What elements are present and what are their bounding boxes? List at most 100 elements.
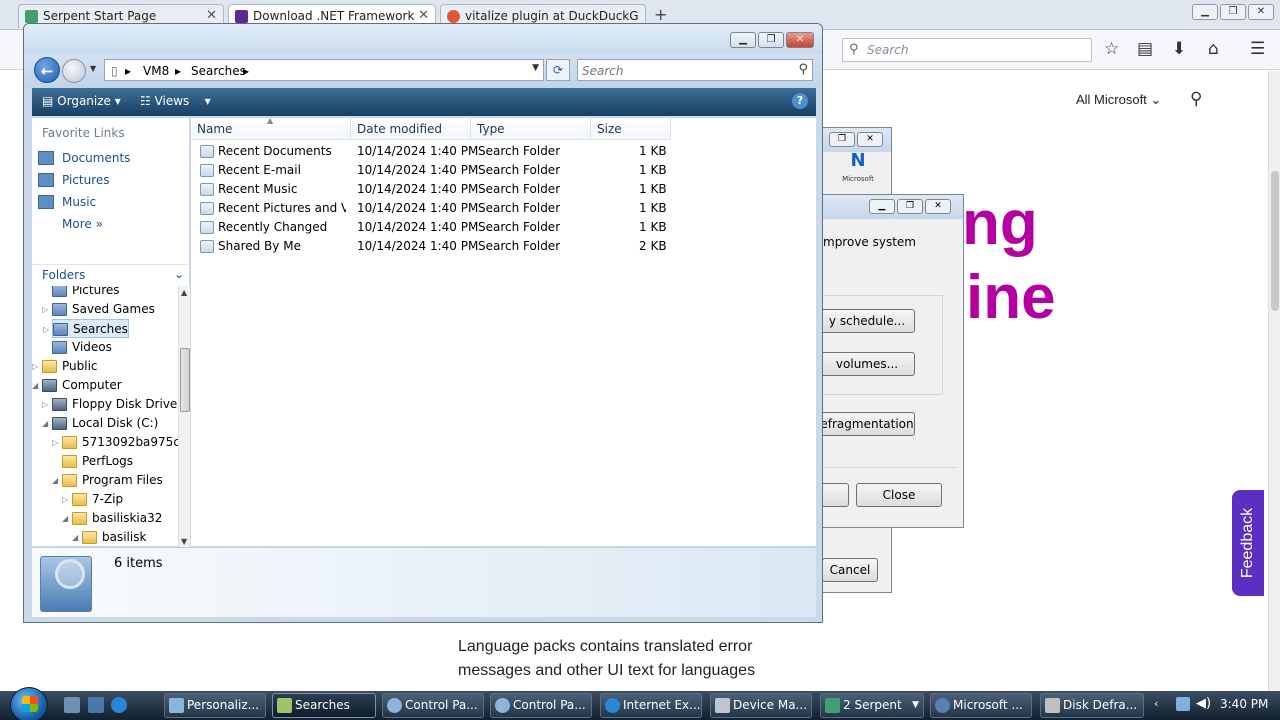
taskbar-button[interactable]: Internet Ex...	[600, 693, 702, 718]
favorite-more[interactable]: More »	[38, 214, 103, 234]
expand-icon[interactable]: ▷	[52, 433, 58, 452]
minimize-icon[interactable]: ▁	[730, 32, 756, 48]
internet-explorer-icon[interactable]	[111, 697, 127, 713]
ok-button[interactable]	[819, 483, 849, 507]
tree-item-computer[interactable]: ◢ Computer	[32, 376, 122, 395]
modify-schedule-button[interactable]: y schedule...	[819, 309, 915, 333]
browser-search-input[interactable]: ⚲ Search	[842, 38, 1092, 62]
tree-item-program-files[interactable]: ◢ Program Files	[52, 471, 163, 490]
views-button[interactable]: ☷ Views ▾	[140, 94, 211, 108]
organize-button[interactable]: ▤ Organize ▾	[42, 94, 121, 108]
scroll-down-icon[interactable]: ▼	[181, 537, 187, 546]
column-type[interactable]: Type	[471, 118, 591, 140]
close-icon[interactable]: ✕	[925, 199, 951, 214]
expand-icon[interactable]: ▷	[42, 300, 48, 319]
minimize-icon[interactable]: ▁	[1192, 4, 1218, 20]
collapse-icon[interactable]: ◢	[72, 528, 78, 547]
bookmark-star-icon[interactable]: ☆	[1104, 39, 1119, 59]
explorer-search-input[interactable]: Search ⚲	[577, 59, 813, 81]
search-icon[interactable]: ⚲	[1190, 89, 1202, 109]
tree-item-local-disk[interactable]: ◢ Local Disk (C:)	[42, 414, 158, 433]
defragment-now-button[interactable]: efragmentation	[819, 412, 915, 436]
scroll-up-icon[interactable]: ▲	[181, 288, 187, 297]
tree-item-basilisk[interactable]: ◢ basilisk	[72, 528, 146, 547]
menu-icon[interactable]: ☰	[1250, 39, 1265, 59]
chevron-right-icon[interactable]: ▸	[125, 64, 131, 78]
tree-item-basiliskia32[interactable]: ◢ basiliskia32	[62, 509, 162, 528]
breadcrumb-searches[interactable]: Searches	[191, 64, 246, 78]
refresh-icon[interactable]: ⟳	[546, 59, 570, 81]
network-icon[interactable]	[1176, 697, 1190, 711]
tree-item-searches[interactable]: ▷ Searches	[43, 319, 129, 338]
tree-item-saved-games[interactable]: ▷ Saved Games	[42, 300, 155, 319]
column-size[interactable]: Size	[591, 118, 671, 140]
tree-item-public[interactable]: ▷ Public	[32, 357, 98, 376]
history-dropdown-icon[interactable]: ▼	[90, 64, 96, 73]
page-scrollbar[interactable]	[1268, 71, 1280, 691]
maximize-icon[interactable]: ❐	[897, 199, 923, 214]
new-tab-icon[interactable]: +	[654, 5, 667, 24]
taskbar-button[interactable]: Control Pa...	[382, 693, 484, 718]
file-row[interactable]: Shared By Me 10/14/2024 1:40 PM Search F…	[191, 237, 791, 256]
maximize-icon[interactable]: ❐	[1220, 4, 1246, 20]
close-icon[interactable]: ✕	[206, 8, 217, 23]
close-icon[interactable]: ✕	[857, 132, 883, 147]
cancel-button[interactable]: Cancel	[822, 558, 878, 582]
file-row[interactable]: Recent Pictures and Vi... 10/14/2024 1:4…	[191, 199, 791, 218]
tree-item-7zip[interactable]: ▷ 7-Zip	[62, 490, 123, 509]
maximize-icon[interactable]: ❐	[758, 32, 784, 48]
minimize-icon[interactable]: ▁	[869, 199, 895, 214]
volume-icon[interactable]: ◀)	[1196, 696, 1211, 711]
tree-item-hash-folder[interactable]: ▷ 5713092ba975c6a	[52, 433, 178, 452]
chevron-left-icon[interactable]: ‹	[1154, 697, 1158, 710]
show-desktop-icon[interactable]	[64, 697, 80, 713]
tree-item-videos[interactable]: Videos	[52, 338, 112, 357]
expand-icon[interactable]: ▷	[62, 490, 68, 509]
collapse-icon[interactable]: ◢	[32, 376, 38, 395]
download-icon[interactable]: ⬇	[1172, 39, 1186, 59]
folders-heading[interactable]: Folders ⌄	[32, 264, 190, 286]
close-icon[interactable]: ✕	[1248, 4, 1274, 20]
reader-icon[interactable]: ▤	[1137, 39, 1153, 59]
switch-windows-icon[interactable]	[88, 697, 104, 713]
maximize-icon[interactable]: ❐	[829, 132, 855, 147]
collapse-icon[interactable]: ◢	[62, 509, 68, 528]
taskbar-button[interactable]: Control Pa...	[490, 693, 592, 718]
address-bar[interactable]: ▯ ▸ VM8 ▸ Searches ▸ ▼	[104, 59, 544, 81]
close-button[interactable]: Close	[856, 483, 942, 507]
taskbar-button[interactable]: Searches	[272, 693, 376, 718]
tree-scrollbar[interactable]: ▲ ▼	[178, 286, 190, 548]
file-row[interactable]: Recent Music 10/14/2024 1:40 PM Search F…	[191, 180, 791, 199]
chevron-right-icon[interactable]: ▸	[243, 64, 249, 78]
back-arrow-icon[interactable]: ←	[34, 57, 60, 83]
expand-icon[interactable]: ▷	[43, 320, 49, 339]
chevron-right-icon[interactable]: ▸	[175, 64, 181, 78]
taskbar-button[interactable]: Disk Defra...	[1040, 693, 1144, 718]
taskbar-button[interactable]: Microsoft ...	[930, 693, 1032, 718]
feedback-button[interactable]: Feedback	[1232, 490, 1264, 596]
expand-icon[interactable]: ▷	[32, 357, 38, 376]
column-name[interactable]: Name ▲	[191, 116, 351, 140]
collapse-icon[interactable]: ◢	[52, 471, 58, 490]
home-icon[interactable]: ⌂	[1208, 39, 1219, 59]
start-button[interactable]	[10, 687, 48, 720]
all-microsoft-menu[interactable]: All Microsoft ⌄	[1076, 92, 1161, 108]
help-icon[interactable]: ?	[792, 93, 808, 109]
clock[interactable]: 3:40 PM	[1220, 697, 1268, 711]
favorite-pictures[interactable]: Pictures	[38, 170, 110, 190]
favorite-music[interactable]: Music	[38, 192, 96, 212]
address-dropdown-icon[interactable]: ▼	[532, 63, 539, 73]
scrollbar-thumb[interactable]	[180, 348, 190, 412]
taskbar-button[interactable]: Personaliz...	[164, 693, 266, 718]
taskbar-button[interactable]: 2 Serpent ▼	[820, 693, 924, 718]
favorite-documents[interactable]: Documents	[38, 148, 130, 168]
collapse-icon[interactable]: ◢	[42, 414, 48, 433]
forward-arrow-icon[interactable]	[62, 59, 86, 83]
taskbar-button[interactable]: Device Ma...	[710, 693, 812, 718]
breadcrumb-vm8[interactable]: VM8	[143, 64, 169, 78]
column-date-modified[interactable]: Date modified	[351, 118, 471, 140]
file-row[interactable]: Recent E-mail 10/14/2024 1:40 PM Search …	[191, 161, 791, 180]
file-row[interactable]: Recently Changed 10/14/2024 1:40 PM Sear…	[191, 218, 791, 237]
scrollbar-thumb[interactable]	[1271, 171, 1279, 311]
select-volumes-button[interactable]: volumes...	[819, 352, 915, 376]
